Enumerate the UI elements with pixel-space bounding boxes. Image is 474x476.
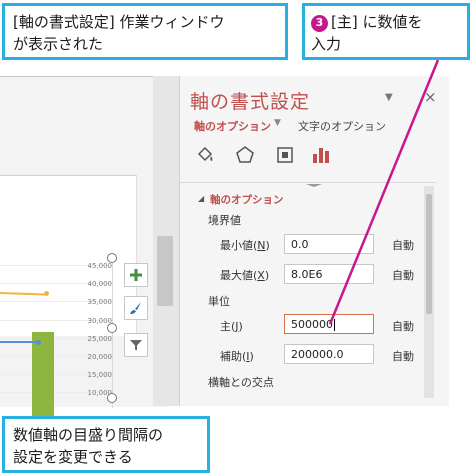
series-line-blue[interactable] [0, 341, 40, 343]
max-label: 最大値(X) [220, 269, 270, 282]
callout-step-3: 3 [主] に数値を 入力 [302, 3, 470, 60]
divider [180, 182, 436, 183]
size-icon [277, 147, 293, 163]
series-point-gold[interactable] [44, 291, 49, 296]
selection-handle[interactable] [107, 393, 117, 403]
callout-text: [軸の書式設定] 作業ウィンドウ [13, 13, 225, 31]
chart-filters-button[interactable] [124, 333, 148, 357]
pane-title: 軸の書式設定 [190, 91, 311, 113]
fill-icon [197, 146, 213, 162]
series-point-blue[interactable] [36, 340, 41, 345]
y-tick-label: 30,000 [87, 317, 113, 325]
chart-elements-button[interactable] [124, 263, 148, 287]
min-label: 最小値(N) [220, 239, 270, 252]
minor-auto-button[interactable]: 自動 [392, 348, 414, 364]
callout-text: [主] に数値を [331, 13, 423, 31]
y-tick-label: 35,000 [87, 298, 113, 306]
pentagon-icon [236, 146, 254, 163]
value-axis-line[interactable] [112, 258, 113, 408]
selection-handle[interactable] [107, 253, 117, 263]
pane-scroll-thumb[interactable] [426, 194, 432, 314]
tab-axis-options-chevron-icon[interactable]: ▼ [274, 118, 281, 128]
callout-text: 入力 [311, 35, 342, 53]
step-number-badge: 3 [311, 14, 328, 32]
major-auto-button[interactable]: 自動 [392, 318, 414, 334]
selection-handle[interactable] [107, 323, 117, 333]
callout-text: 数値軸の目盛り間隔の [13, 426, 164, 444]
format-axis-pane: 軸の書式設定 ▼ × 軸のオプション ▼ 文字のオプション ◢ 軸のオプション … [179, 76, 449, 406]
major-unit-input[interactable]: 500000 [284, 314, 374, 334]
tab-text-options[interactable]: 文字のオプション [298, 118, 386, 134]
chart-styles-button[interactable] [124, 296, 148, 320]
text-cursor [334, 319, 335, 331]
brush-icon [130, 302, 141, 314]
selected-marker-icon [306, 184, 322, 187]
filter-icon [130, 340, 142, 351]
effects-button[interactable] [232, 142, 258, 168]
bounds-label: 境界値 [208, 214, 241, 227]
y-tick-label: 40,000 [87, 280, 113, 288]
y-tick-label: 20,000 [87, 353, 113, 361]
callout-result: 数値軸の目盛り間隔の 設定を変更できる [2, 416, 210, 473]
minor-unit-input[interactable]: 200000.0 [284, 344, 374, 364]
pane-options-chevron-icon[interactable]: ▼ [385, 92, 393, 103]
units-label: 単位 [208, 295, 230, 308]
cross-label: 横軸との交点 [208, 376, 274, 389]
major-label: 主(J) [220, 320, 243, 333]
y-tick-label: 15,000 [87, 371, 113, 379]
tab-axis-options[interactable]: 軸のオプション [194, 118, 271, 134]
callout-text: 設定を変更できる [13, 448, 133, 466]
chart-scroll-thumb[interactable] [157, 236, 173, 306]
max-value-input[interactable]: 8.0E6 [284, 264, 374, 284]
axis-options-selected-indicator [306, 172, 322, 187]
plus-icon [130, 269, 142, 281]
callout-text: が表示された [13, 35, 104, 53]
y-tick-label: 45,000 [87, 262, 113, 270]
callout-pane-shown: [軸の書式設定] 作業ウィンドウ が表示された [2, 3, 288, 60]
bar-chart-icon [313, 148, 329, 163]
axis-options-button[interactable] [308, 142, 334, 168]
min-auto-button[interactable]: 自動 [392, 237, 414, 253]
chart-bar[interactable] [32, 332, 54, 422]
minor-label: 補助(I) [220, 350, 254, 363]
pane-close-icon[interactable]: × [424, 88, 437, 106]
max-auto-button[interactable]: 自動 [392, 267, 414, 283]
fill-line-button[interactable] [192, 142, 218, 168]
size-properties-button[interactable] [272, 142, 298, 168]
section-collapse-icon[interactable]: ◢ [198, 194, 204, 203]
min-value-input[interactable]: 0.0 [284, 234, 374, 254]
section-axis-options[interactable]: 軸のオプション [210, 192, 284, 207]
y-tick-label: 25,000 [87, 335, 113, 343]
